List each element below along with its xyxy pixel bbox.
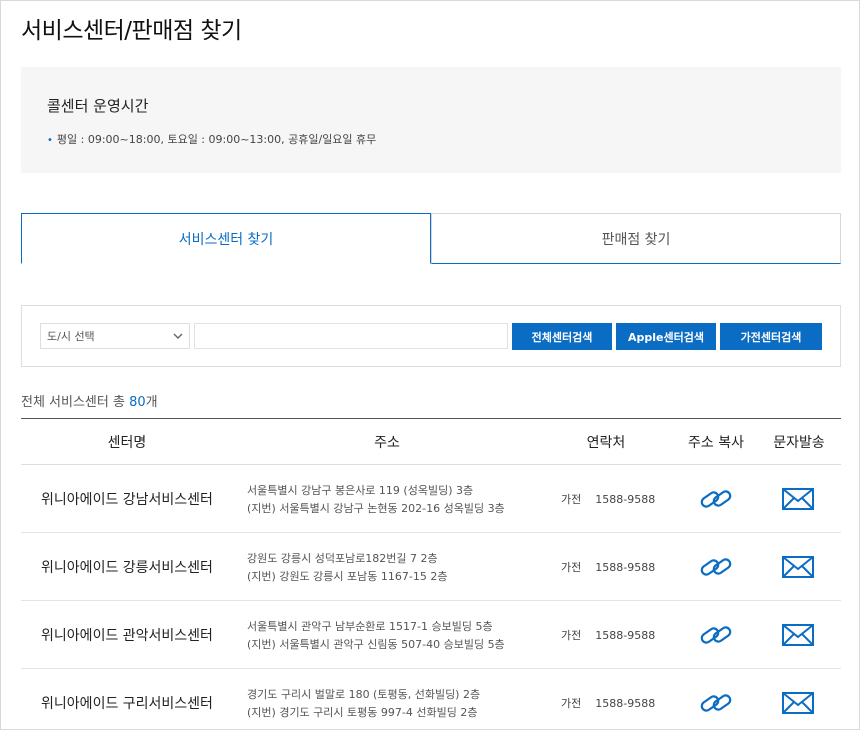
notice-title: 콜센터 운영시간 (47, 97, 149, 115)
center-address: 강원도 강릉시 성덕포남로182번길 7 2층 (지번) 강원도 강릉시 포남동… (247, 550, 447, 586)
notice-hours-text: 평일 : 09:00~18:00, 토요일 : 09:00~13:00, 공휴일… (56, 133, 377, 146)
lot-address: (지번) 경기도 구리시 토평동 997-4 선화빌딩 2층 (247, 706, 478, 719)
send-sms-button[interactable] (767, 669, 829, 729)
contact-label: 가전 (561, 629, 582, 642)
apple-center-search-button[interactable]: Apple센터검색 (616, 323, 716, 350)
copy-address-button[interactable] (686, 465, 746, 533)
all-center-search-button[interactable]: 전체센터검색 (512, 323, 612, 350)
center-contact: 가전 1588-9588 (561, 669, 681, 729)
chevron-down-icon (173, 333, 183, 339)
center-contact: 가전 1588-9588 (561, 465, 681, 533)
center-name: 위니아에이드 구리서비스센터 (41, 696, 213, 712)
contact-phone: 1588-9588 (595, 628, 656, 642)
table-row: 위니아에이드 관악서비스센터 서울특별시 관악구 남부순환로 1517-1 승보… (21, 601, 841, 669)
notice-hours: • 평일 : 09:00~18:00, 토요일 : 09:00~13:00, 공휴… (47, 131, 376, 147)
contact-phone: 1588-9588 (595, 492, 656, 506)
bullet-icon: • (47, 135, 53, 146)
contact-label: 가전 (561, 493, 582, 506)
envelope-icon (782, 488, 814, 510)
lot-address: (지번) 서울특별시 강남구 논현동 202-16 성옥빌딩 3층 (247, 502, 505, 515)
center-name: 위니아에이드 관악서비스센터 (41, 628, 213, 644)
center-address: 서울특별시 관악구 남부순환로 1517-1 승보빌딩 5층 (지번) 서울특별… (247, 618, 505, 654)
link-chain-icon (700, 490, 732, 508)
envelope-icon (782, 692, 814, 714)
result-count-number: 80 (129, 395, 146, 410)
copy-address-button[interactable] (686, 533, 746, 601)
appliance-center-search-button[interactable]: 가전센터검색 (720, 323, 822, 350)
contact-label: 가전 (561, 697, 582, 710)
table-row: 위니아에이드 강남서비스센터 서울특별시 강남구 봉은사로 119 (성옥빌딩)… (21, 465, 841, 533)
header-address: 주소 (374, 435, 400, 451)
page-title: 서비스센터/판매점 찾기 (21, 18, 242, 44)
road-address: 서울특별시 강남구 봉은사로 119 (성옥빌딩) 3층 (247, 484, 474, 497)
result-count: 전체 서비스센터 총 80개 (21, 391, 158, 410)
link-chain-icon (700, 558, 732, 576)
header-copy-address: 주소 복사 (688, 435, 744, 451)
tab-bar: 서비스센터 찾기 판매점 찾기 (21, 213, 841, 264)
center-name: 위니아에이드 강남서비스센터 (41, 492, 213, 508)
center-address: 경기도 구리시 벌말로 180 (토평동, 선화빌딩) 2층 (지번) 경기도 … (247, 686, 480, 722)
header-send-sms: 문자발송 (773, 435, 825, 451)
lot-address: (지번) 서울특별시 관악구 신림동 507-40 승보빌딩 5층 (247, 638, 505, 651)
tab-store[interactable]: 판매점 찾기 (431, 213, 841, 264)
send-sms-button[interactable] (767, 465, 829, 533)
center-address: 서울특별시 강남구 봉은사로 119 (성옥빌딩) 3층 (지번) 서울특별시 … (247, 482, 505, 518)
link-chain-icon (700, 626, 732, 644)
copy-address-button[interactable] (686, 669, 746, 729)
tab-service-center[interactable]: 서비스센터 찾기 (21, 213, 431, 264)
page-frame: 서비스센터/판매점 찾기 콜센터 운영시간 • 평일 : 09:00~18:00,… (0, 0, 860, 730)
send-sms-button[interactable] (767, 601, 829, 669)
copy-address-button[interactable] (686, 601, 746, 669)
header-contact: 연락처 (586, 435, 626, 451)
center-name: 위니아에이드 강릉서비스센터 (41, 560, 213, 576)
table-header: 센터명 주소 연락처 주소 복사 문자발송 (21, 419, 841, 465)
search-panel: 도/시 선택 전체센터검색 Apple센터검색 가전센터검색 (21, 305, 841, 367)
send-sms-button[interactable] (767, 533, 829, 601)
envelope-icon (782, 624, 814, 646)
region-select[interactable]: 도/시 선택 (40, 323, 190, 349)
contact-label: 가전 (561, 561, 582, 574)
call-center-notice: 콜센터 운영시간 • 평일 : 09:00~18:00, 토요일 : 09:00~… (21, 67, 841, 173)
lot-address: (지번) 강원도 강릉시 포남동 1167-15 2층 (247, 570, 448, 583)
region-select-value: 도/시 선택 (47, 330, 95, 343)
result-count-suffix: 개 (145, 395, 158, 410)
search-input[interactable] (194, 323, 508, 349)
link-chain-icon (700, 694, 732, 712)
road-address: 경기도 구리시 벌말로 180 (토평동, 선화빌딩) 2층 (247, 688, 481, 701)
center-contact: 가전 1588-9588 (561, 533, 681, 601)
center-contact: 가전 1588-9588 (561, 601, 681, 669)
road-address: 서울특별시 관악구 남부순환로 1517-1 승보빌딩 5층 (247, 620, 493, 633)
service-center-table: 센터명 주소 연락처 주소 복사 문자발송 위니아에이드 강남서비스센터 서울특… (21, 418, 841, 729)
envelope-icon (782, 556, 814, 578)
table-row: 위니아에이드 강릉서비스센터 강원도 강릉시 성덕포남로182번길 7 2층 (… (21, 533, 841, 601)
header-center-name: 센터명 (107, 435, 147, 451)
result-count-prefix: 전체 서비스센터 총 (21, 395, 130, 410)
table-row: 위니아에이드 구리서비스센터 경기도 구리시 벌말로 180 (토평동, 선화빌… (21, 669, 841, 729)
contact-phone: 1588-9588 (595, 560, 656, 574)
road-address: 강원도 강릉시 성덕포남로182번길 7 2층 (247, 552, 438, 565)
contact-phone: 1588-9588 (595, 696, 656, 710)
